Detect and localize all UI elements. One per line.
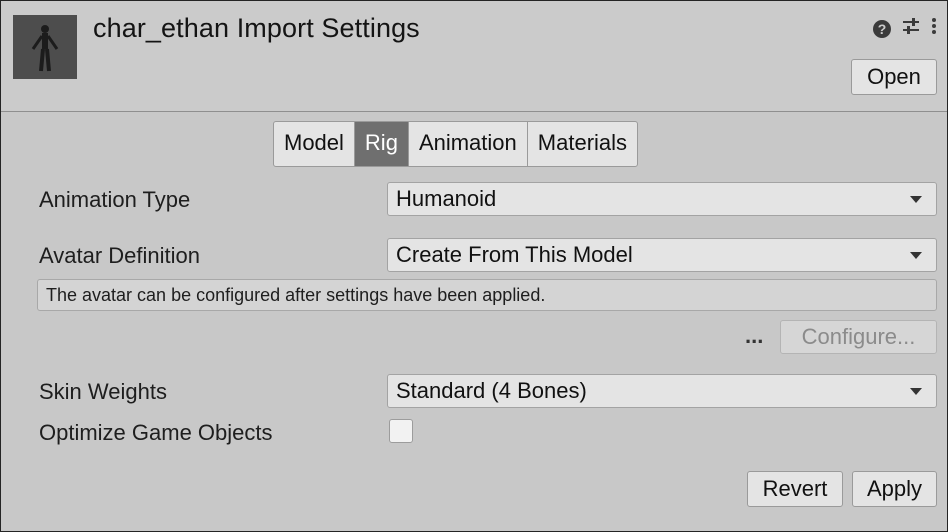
help-icon[interactable]: ?: [873, 19, 891, 38]
chevron-down-icon: [910, 388, 922, 395]
animation-type-value: Humanoid: [396, 186, 497, 211]
tab-materials[interactable]: Materials: [528, 122, 637, 166]
kebab-menu-icon[interactable]: [931, 17, 937, 40]
revert-button[interactable]: Revert: [747, 471, 843, 507]
avatar-definition-value: Create From This Model: [396, 242, 633, 267]
header-icons: ?: [873, 17, 937, 40]
preset-sliders-icon[interactable]: [901, 17, 921, 40]
avatar-definition-dropdown[interactable]: Create From This Model: [387, 238, 937, 272]
animation-type-label: Animation Type: [39, 187, 191, 212]
animation-type-dropdown[interactable]: Humanoid: [387, 182, 937, 216]
avatar-definition-label: Avatar Definition: [39, 243, 201, 268]
character-figure-icon: [31, 25, 59, 72]
chevron-down-icon: [910, 252, 922, 259]
avatar-info-message: The avatar can be configured after setti…: [37, 279, 937, 311]
inspector-header: char_ethan Import Settings ? Open: [1, 1, 947, 112]
optimize-game-objects-label: Optimize Game Objects: [39, 420, 273, 445]
open-button[interactable]: Open: [851, 59, 937, 95]
tab-animation[interactable]: Animation: [409, 122, 528, 166]
configure-button: Configure...: [780, 320, 937, 354]
import-settings-window: char_ethan Import Settings ? Open Model …: [0, 0, 948, 532]
tab-model[interactable]: Model: [274, 122, 355, 166]
skin-weights-label: Skin Weights: [39, 379, 167, 404]
tab-rig[interactable]: Rig: [354, 122, 409, 166]
inspector-title: char_ethan Import Settings: [93, 13, 420, 43]
apply-button[interactable]: Apply: [852, 471, 937, 507]
skin-weights-value: Standard (4 Bones): [396, 378, 587, 403]
more-dots: ...: [745, 323, 764, 348]
import-tabs: Model Rig Animation Materials: [273, 121, 639, 167]
skin-weights-dropdown[interactable]: Standard (4 Bones): [387, 374, 937, 408]
chevron-down-icon: [910, 196, 922, 203]
model-preview-thumbnail: [13, 15, 77, 79]
optimize-game-objects-checkbox[interactable]: [389, 419, 413, 443]
